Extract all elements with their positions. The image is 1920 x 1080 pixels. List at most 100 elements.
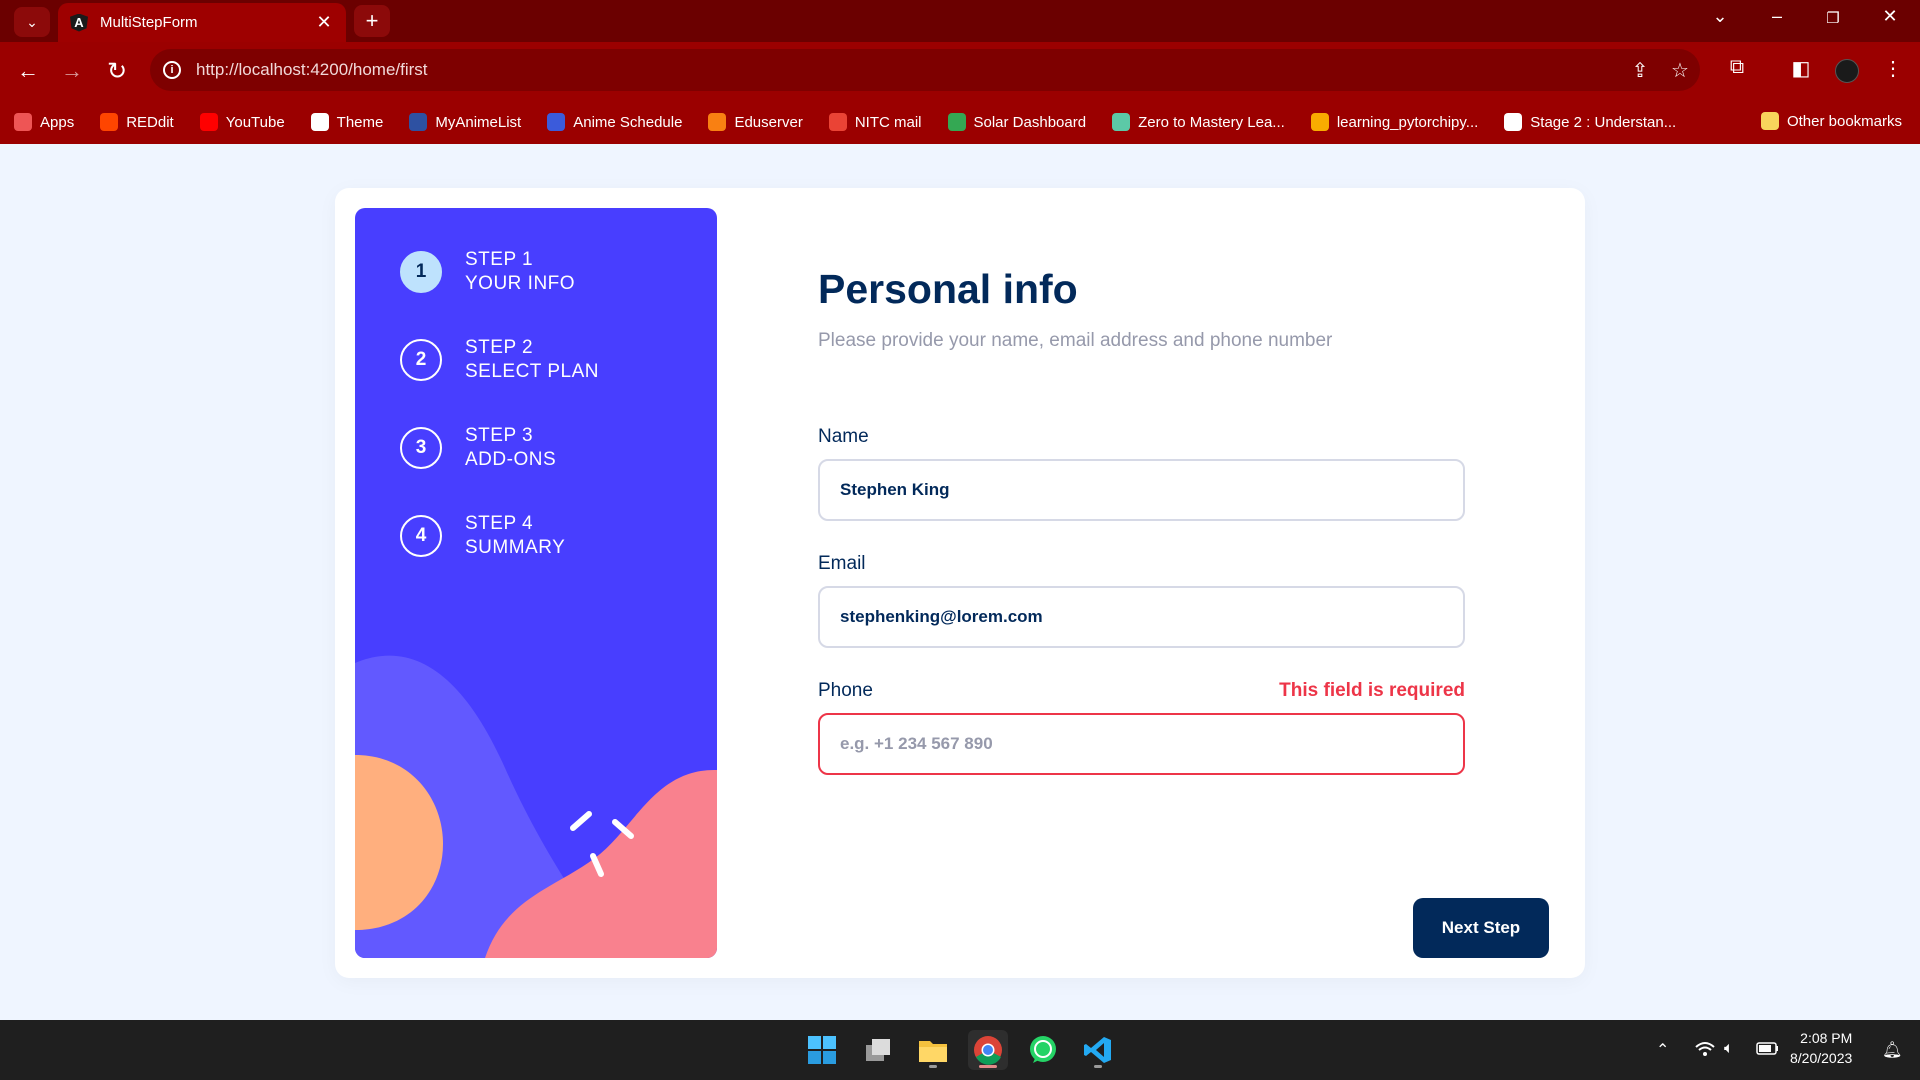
vscode-button[interactable] xyxy=(1078,1030,1118,1070)
sidebar-decoration-illustration xyxy=(355,655,717,958)
bookmark-item[interactable]: Stage 2 : Understan... xyxy=(1504,113,1676,131)
phone-error-message: This field is required xyxy=(1279,680,1465,701)
extensions-icon[interactable]: ⧉ xyxy=(1722,56,1752,79)
url-text[interactable]: http://localhost:4200/home/first xyxy=(196,60,1620,80)
profile-avatar[interactable] xyxy=(1835,59,1859,83)
restore-button[interactable]: ❐ xyxy=(1818,9,1848,27)
windows-taskbar: ⌃ 🔈︎ 2:08 PM 8/20/2023 🔔︎ xyxy=(0,1020,1920,1080)
tab-list-chevron-icon[interactable]: ⌄ xyxy=(1705,6,1735,27)
browser-toolbar: ← → ↻ i http://localhost:4200/home/first… xyxy=(0,42,1920,100)
folder-icon xyxy=(919,1041,947,1062)
tab-strip: ⌄ A MultiStepForm ✕ + ⌄ – ❐ ✕ xyxy=(0,0,1920,42)
anime-schedule-icon xyxy=(547,113,566,131)
task-view-button[interactable] xyxy=(858,1030,898,1070)
bookmark-item[interactable]: YouTube xyxy=(199,113,285,131)
bookmark-label: Eduserver xyxy=(734,113,803,131)
minimize-button[interactable]: – xyxy=(1762,6,1792,27)
colab-icon xyxy=(1310,113,1329,131)
phone-field[interactable] xyxy=(818,713,1465,775)
page-title: Personal info xyxy=(818,266,1078,312)
gmail-icon xyxy=(828,113,847,131)
angular-favicon-icon: A xyxy=(70,13,88,32)
other-bookmarks[interactable]: Other bookmarks xyxy=(1760,112,1902,130)
next-step-button[interactable]: Next Step xyxy=(1413,898,1549,958)
bookmark-label: Stage 2 : Understan... xyxy=(1530,113,1677,131)
close-window-button[interactable]: ✕ xyxy=(1875,6,1905,27)
bookmark-item[interactable]: Zero to Mastery Lea... xyxy=(1112,113,1285,131)
form-card: 1 STEP 1 YOUR INFO 2 STEP 2 SELECT PLAN … xyxy=(335,188,1585,978)
bookmark-label: Theme xyxy=(336,113,384,131)
file-explorer-button[interactable] xyxy=(913,1030,953,1070)
bookmark-item[interactable]: Eduserver xyxy=(708,113,803,131)
browser-tab[interactable]: A MultiStepForm ✕ xyxy=(58,3,346,42)
bookmark-item[interactable]: MyAnimeList xyxy=(409,113,521,131)
bookmark-item[interactable]: REDdit xyxy=(100,113,174,131)
notification-bell-icon[interactable]: 🔔︎ xyxy=(1882,1040,1902,1060)
menu-kebab-icon[interactable]: ⋮ xyxy=(1878,56,1908,81)
email-field[interactable] xyxy=(818,586,1465,648)
name-label: Name xyxy=(818,426,869,447)
task-view-icon xyxy=(866,1039,890,1061)
bookmark-label: learning_pytorchipy... xyxy=(1336,113,1479,131)
back-icon[interactable]: ← xyxy=(12,55,44,87)
new-tab-button[interactable]: + xyxy=(354,5,390,37)
reddit-icon xyxy=(100,113,119,131)
globe-icon xyxy=(310,113,329,131)
bookmark-item[interactable]: NITC mail xyxy=(828,113,922,131)
running-indicator xyxy=(929,1065,937,1068)
address-bar[interactable]: i http://localhost:4200/home/first ⇪ ☆ xyxy=(150,49,1700,91)
bookmark-item[interactable]: Apps xyxy=(14,113,74,131)
bookmark-label: Anime Schedule xyxy=(573,113,683,131)
page-subtitle: Please provide your name, email address … xyxy=(818,330,1333,351)
bookmark-label: Zero to Mastery Lea... xyxy=(1138,113,1285,131)
show-hidden-icons-chevron-icon[interactable]: ⌃ xyxy=(1656,1040,1669,1060)
bookmarks-bar: Apps REDdit YouTube Theme MyAnimeList Anime S… xyxy=(0,100,1920,144)
clock-time: 2:08 PM xyxy=(1800,1030,1853,1046)
side-panel-icon[interactable]: ◧ xyxy=(1786,56,1816,81)
steps-sidebar: 1 STEP 1 YOUR INFO 2 STEP 2 SELECT PLAN … xyxy=(355,208,717,958)
windows-logo-icon xyxy=(808,1036,836,1064)
site-info-icon[interactable]: i xyxy=(163,61,181,79)
bookmark-label: Apps xyxy=(40,113,75,131)
youtube-icon xyxy=(199,113,218,131)
running-indicator-active xyxy=(979,1065,997,1068)
bookmark-star-icon[interactable]: ☆ xyxy=(1660,58,1700,83)
forward-icon[interactable]: → xyxy=(56,55,88,87)
bookmark-item[interactable]: Solar Dashboard xyxy=(947,113,1087,131)
bookmark-item[interactable]: Theme xyxy=(310,113,384,131)
apps-grid-icon xyxy=(14,113,32,131)
ztm-icon xyxy=(1112,113,1131,131)
start-button[interactable] xyxy=(802,1030,842,1070)
tab-search-button[interactable]: ⌄ xyxy=(14,7,50,37)
bookmark-item[interactable]: Anime Schedule xyxy=(547,113,682,131)
bookmark-label: Solar Dashboard xyxy=(973,113,1087,131)
battery-icon[interactable] xyxy=(1756,1040,1780,1061)
bookmark-label: REDdit xyxy=(126,113,174,131)
reload-icon[interactable]: ↻ xyxy=(101,55,133,87)
bookmark-label: NITC mail xyxy=(854,113,922,131)
chevron-down-icon: ⌄ xyxy=(26,13,38,30)
name-field[interactable] xyxy=(818,459,1465,521)
openai-icon xyxy=(1504,113,1523,131)
folder-icon xyxy=(1760,112,1779,130)
tab-close-icon[interactable]: ✕ xyxy=(314,12,334,33)
chrome-icon xyxy=(974,1036,1002,1065)
vscode-icon xyxy=(1084,1037,1111,1063)
clock-date: 8/20/2023 xyxy=(1790,1050,1853,1066)
chrome-button[interactable] xyxy=(968,1030,1008,1070)
bookmark-label: YouTube xyxy=(225,113,285,131)
running-indicator xyxy=(1094,1065,1102,1068)
volume-icon[interactable]: 🔈︎ xyxy=(1724,1040,1734,1058)
other-bookmarks-label: Other bookmarks xyxy=(1786,112,1902,130)
myanimelist-icon xyxy=(409,113,428,131)
wifi-icon[interactable] xyxy=(1694,1040,1716,1063)
bookmark-item[interactable]: learning_pytorchipy... xyxy=(1310,113,1479,131)
whatsapp-icon xyxy=(1030,1036,1056,1063)
share-icon[interactable]: ⇪ xyxy=(1620,58,1660,83)
solar-g-icon xyxy=(947,113,966,131)
moodle-icon xyxy=(708,113,727,131)
phone-label: Phone xyxy=(818,680,873,701)
email-label: Email xyxy=(818,553,866,574)
whatsapp-button[interactable] xyxy=(1023,1030,1063,1070)
system-clock[interactable]: 2:08 PM 8/20/2023 xyxy=(1790,1028,1852,1068)
